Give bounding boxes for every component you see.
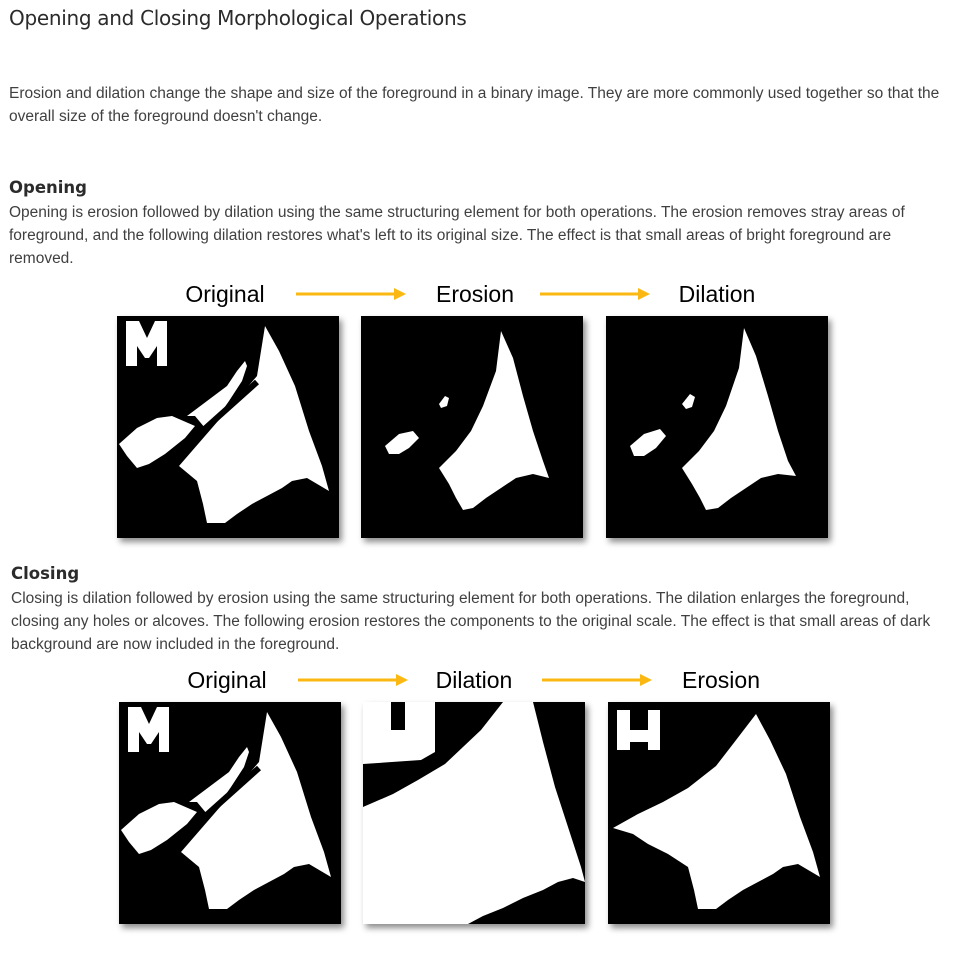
closing-heading: Closing — [11, 564, 80, 583]
page-title: Opening and Closing Morphological Operat… — [9, 6, 467, 30]
opening-original-image — [117, 316, 339, 538]
opening-description: Opening is erosion followed by dilation … — [9, 204, 905, 267]
opening-figure: Original Erosion Dilation — [0, 280, 966, 550]
closing-stage-label-erosion: Erosion — [682, 667, 760, 693]
opening-heading: Opening — [9, 178, 87, 197]
closing-original-image — [119, 702, 341, 924]
opening-dilation-image — [606, 316, 828, 538]
opening-stage-label-dilation: Dilation — [678, 281, 756, 307]
closing-figure: Original Dilation Erosion — [0, 666, 966, 936]
opening-erosion-image — [361, 316, 583, 538]
closing-dilation-image — [363, 702, 585, 924]
closing-description: Closing is dilation followed by erosion … — [11, 590, 931, 653]
intro-paragraph: Erosion and dilation change the shape an… — [9, 85, 940, 125]
closing-erosion-image — [608, 702, 830, 924]
